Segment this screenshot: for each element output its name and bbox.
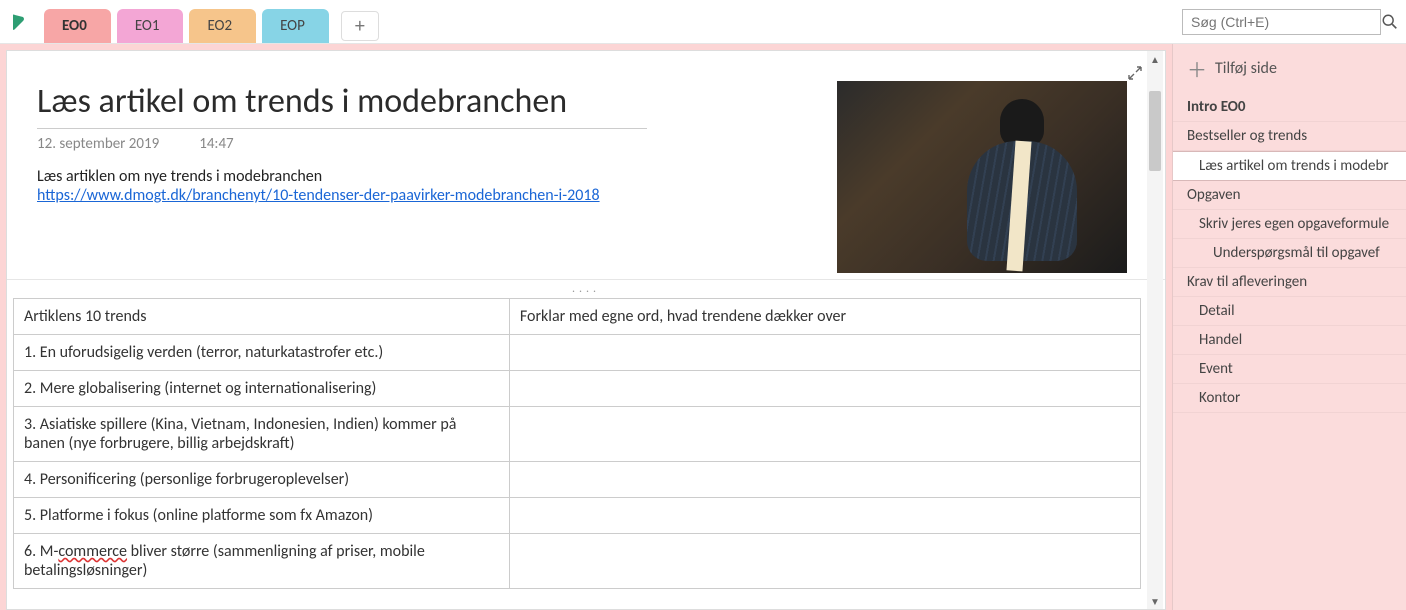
table-header-col2: Forklar med egne ord, hvad trendene dækk… — [509, 299, 1140, 335]
body-area: Læs artikel om trends i modebranchen 12.… — [0, 44, 1406, 610]
content-area: Læs artikel om trends i modebranchen 12.… — [0, 44, 1172, 610]
trend-cell[interactable]: 5. Platforme i fokus (online platforme s… — [14, 498, 510, 534]
top-bar: EO0 EO1 EO2 EOP + — [0, 0, 1406, 44]
explain-cell[interactable] — [509, 498, 1140, 534]
trend-cell[interactable]: 6. M-commerce bliver større (sammenligni… — [14, 534, 510, 589]
page-item[interactable]: Bestseller og trends — [1173, 122, 1406, 151]
explain-cell[interactable] — [509, 534, 1140, 589]
app-icon — [0, 0, 40, 43]
page-item[interactable]: Detail — [1173, 297, 1406, 326]
tab-eo1[interactable]: EO1 — [117, 9, 184, 43]
search-container — [1172, 0, 1406, 43]
section-tabs: EO0 EO1 EO2 EOP + — [40, 0, 1172, 43]
scroll-thumb[interactable] — [1149, 91, 1161, 171]
explain-cell[interactable] — [509, 371, 1140, 407]
pane-splitter[interactable]: .... — [7, 279, 1165, 298]
plus-icon: ＋ — [1187, 54, 1207, 83]
explain-cell[interactable] — [509, 335, 1140, 371]
search-icon[interactable] — [1381, 9, 1399, 35]
page-item[interactable]: Opgaven — [1173, 181, 1406, 210]
expand-icon[interactable] — [1127, 65, 1143, 86]
page-date: 12. september 2019 — [37, 135, 159, 153]
table-row[interactable]: 6. M-commerce bliver større (sammenligni… — [14, 534, 1141, 589]
page-time: 14:47 — [199, 135, 233, 153]
add-section-button[interactable]: + — [341, 11, 379, 41]
trends-table[interactable]: Artiklens 10 trends Forklar med egne ord… — [13, 298, 1141, 589]
table-row[interactable]: 5. Platforme i fokus (online platforme s… — [14, 498, 1141, 534]
trend-cell[interactable]: 2. Mere globalisering (internet og inter… — [14, 371, 510, 407]
page-list: Intro EO0Bestseller og trendsLæs artikel… — [1173, 93, 1406, 610]
tab-eo2[interactable]: EO2 — [189, 9, 256, 43]
scroll-up-icon[interactable]: ▲ — [1147, 51, 1163, 67]
add-page-button[interactable]: ＋ Tilføj side — [1173, 44, 1406, 93]
page-item[interactable]: Krav til afleveringen — [1173, 268, 1406, 297]
page-item[interactable]: Event — [1173, 355, 1406, 384]
tab-eop[interactable]: EOP — [262, 9, 329, 43]
note-canvas[interactable]: Læs artikel om trends i modebranchen 12.… — [6, 50, 1166, 610]
page-item[interactable]: Intro EO0 — [1173, 93, 1406, 122]
table-row[interactable]: 2. Mere globalisering (internet og inter… — [14, 371, 1141, 407]
page-panel: ＋ Tilføj side Intro EO0Bestseller og tre… — [1172, 44, 1406, 610]
trend-cell[interactable]: 3. Asiatiske spillere (Kina, Vietnam, In… — [14, 407, 510, 462]
intro-text: Læs artiklen om nye trends i modebranche… — [37, 167, 787, 186]
note-header: Læs artikel om trends i modebranchen 12.… — [7, 51, 1165, 279]
page-item[interactable]: Skriv jeres egen opgaveformule — [1173, 210, 1406, 239]
table-row[interactable]: 1. En uforudsigelig verden (terror, natu… — [14, 335, 1141, 371]
page-item[interactable]: Underspørgsmål til opgavef — [1173, 239, 1406, 268]
hero-image — [837, 81, 1127, 273]
page-item[interactable]: Handel — [1173, 326, 1406, 355]
trend-cell[interactable]: 4. Personificering (personlige forbruger… — [14, 462, 510, 498]
page-item[interactable]: Læs artikel om trends i modebr — [1173, 151, 1406, 181]
search-input[interactable] — [1182, 9, 1381, 35]
article-link[interactable]: https://www.dmogt.dk/branchenyt/10-tende… — [37, 186, 600, 205]
trends-table-wrap: Artiklens 10 trends Forklar med egne ord… — [7, 298, 1147, 589]
page-title[interactable]: Læs artikel om trends i modebranchen — [37, 81, 647, 129]
table-header-col1: Artiklens 10 trends — [14, 299, 510, 335]
page-item[interactable]: Kontor — [1173, 384, 1406, 413]
trend-cell[interactable]: 1. En uforudsigelig verden (terror, natu… — [14, 335, 510, 371]
table-row[interactable]: 4. Personificering (personlige forbruger… — [14, 462, 1141, 498]
table-row[interactable]: 3. Asiatiske spillere (Kina, Vietnam, In… — [14, 407, 1141, 462]
scroll-down-icon[interactable]: ▼ — [1147, 593, 1163, 609]
explain-cell[interactable] — [509, 462, 1140, 498]
tab-eo0[interactable]: EO0 — [44, 9, 111, 43]
add-page-label: Tilføj side — [1215, 59, 1277, 78]
vertical-scrollbar[interactable]: ▲ ▼ — [1147, 51, 1163, 609]
explain-cell[interactable] — [509, 407, 1140, 462]
